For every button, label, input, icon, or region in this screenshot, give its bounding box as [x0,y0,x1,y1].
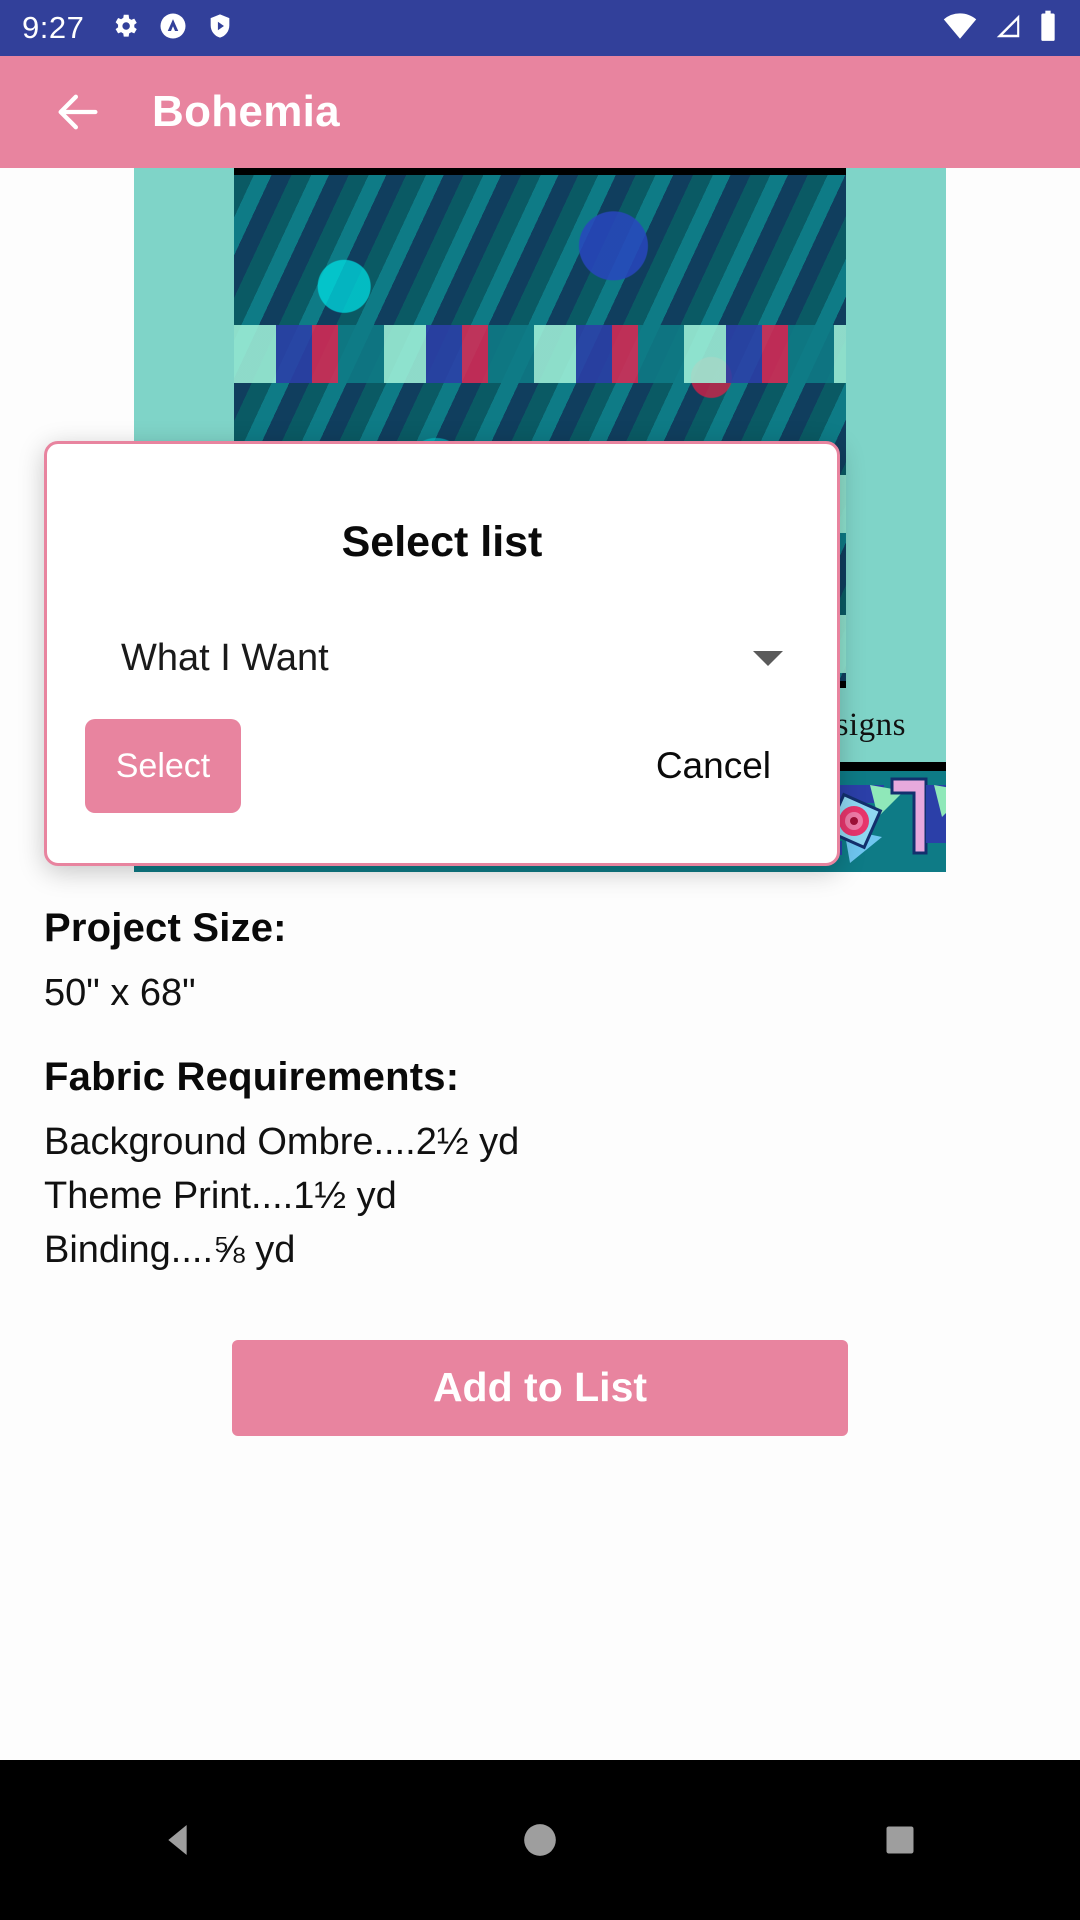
recents-square-icon[interactable] [840,1790,960,1890]
list-dropdown[interactable]: What I Want [81,619,803,697]
status-bar: 9:27 [0,0,1080,56]
circle-caret-icon [158,11,188,46]
app-bar: Bohemia [0,56,1080,168]
status-bar-notification-icons [110,11,234,46]
list-dropdown-value: What I Want [121,636,329,679]
dialog-scrim: Select list What I Want Select Cancel [0,336,1080,1760]
home-circle-icon[interactable] [480,1790,600,1890]
status-bar-clock: 9:27 [22,10,85,45]
gear-icon [110,11,140,46]
chevron-down-icon [753,650,783,666]
arrow-back-icon[interactable] [52,86,104,138]
page-title: Bohemia [152,87,340,136]
cancel-button[interactable]: Cancel [650,735,777,797]
android-nav-bar [0,1760,1080,1920]
select-button[interactable]: Select [85,719,241,813]
select-list-dialog: Select list What I Want Select Cancel [44,441,840,866]
wifi-icon [942,11,978,46]
scroll-content[interactable]: Villa Rosa Designs [0,168,1080,1760]
dialog-actions: Select Cancel [47,697,837,863]
battery-icon [1038,10,1058,47]
phone-screen: 9:27 Bohemia Designs Project Size: 50" x… [0,0,1080,1920]
dialog-title: Select list [341,518,543,566]
shield-play-icon [206,11,234,46]
status-bar-system-icons [942,10,1058,47]
back-triangle-icon[interactable] [120,1790,240,1890]
cell-signal-icon [992,11,1024,46]
